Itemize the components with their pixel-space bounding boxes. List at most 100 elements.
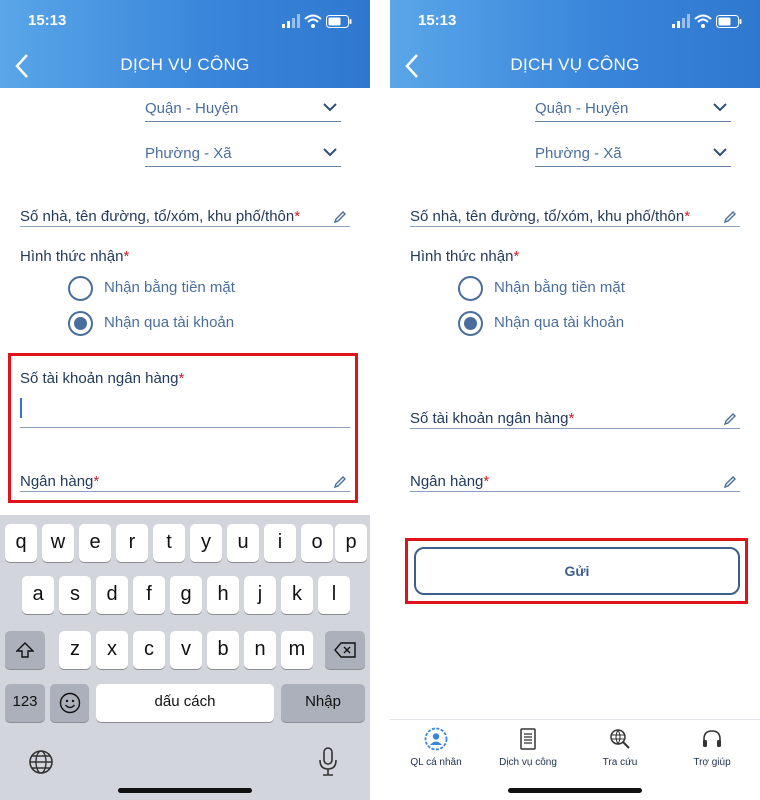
space-key[interactable]: dấu cách bbox=[96, 684, 274, 722]
key-f[interactable]: f bbox=[133, 576, 165, 614]
key-o[interactable]: o bbox=[301, 524, 333, 562]
page-title: DỊCH VỤ CÔNG bbox=[120, 55, 250, 74]
on-screen-keyboard: q w e r t y u i o p a s d f g h j k l z bbox=[0, 515, 370, 800]
key-s[interactable]: s bbox=[59, 576, 91, 614]
district-select[interactable]: Quận - Huyện bbox=[535, 96, 731, 122]
numbers-key[interactable]: 123 bbox=[5, 684, 45, 722]
right-phone-screen: 15:13 DỊCH VỤ CÔNG Quận - Huyện Phường -… bbox=[390, 0, 760, 800]
pencil-icon[interactable] bbox=[723, 412, 737, 426]
address-field[interactable] bbox=[410, 226, 740, 227]
ward-select-label: Phường - Xã bbox=[145, 145, 232, 162]
nav-label-public-service: Dịch vụ công bbox=[499, 757, 557, 768]
header-bar: 15:13 DỊCH VỤ CÔNG bbox=[390, 0, 760, 88]
nav-item-public-service[interactable]: Dịch vụ công bbox=[482, 720, 574, 780]
key-x[interactable]: x bbox=[96, 631, 128, 669]
status-time: 15:13 bbox=[28, 12, 67, 29]
key-l[interactable]: l bbox=[318, 576, 350, 614]
status-time: 15:13 bbox=[418, 12, 457, 29]
radio-circle bbox=[68, 276, 93, 301]
district-select[interactable]: Quận - Huyện bbox=[145, 96, 341, 122]
emoji-key[interactable] bbox=[50, 684, 89, 722]
pencil-icon[interactable] bbox=[723, 210, 737, 224]
globe-icon[interactable] bbox=[28, 749, 54, 775]
left-phone-screen: 15:13 DỊCH VỤ CÔNG Quận - Huyện Phường -… bbox=[0, 0, 370, 800]
bank-input[interactable] bbox=[20, 491, 350, 492]
submit-button[interactable]: Gửi bbox=[414, 547, 740, 595]
radio-bank-account[interactable]: Nhận qua tài khoản bbox=[458, 311, 688, 337]
bank-field-label: Ngân hàng* bbox=[20, 473, 100, 490]
nav-item-personal[interactable]: QL cá nhân bbox=[390, 720, 482, 780]
status-icons bbox=[672, 14, 742, 30]
pencil-icon[interactable] bbox=[723, 475, 737, 489]
ward-select[interactable]: Phường - Xã bbox=[145, 141, 341, 167]
bank-account-field-label: Số tài khoản ngân hàng* bbox=[410, 410, 575, 427]
nav-item-lookup[interactable]: Tra cứu bbox=[574, 720, 666, 780]
page-title: DỊCH VỤ CÔNG bbox=[510, 55, 640, 74]
shift-key[interactable] bbox=[5, 631, 45, 669]
radio-bank-account[interactable]: Nhận qua tài khoản bbox=[68, 311, 298, 337]
wifi-icon bbox=[694, 14, 712, 28]
key-v[interactable]: v bbox=[170, 631, 202, 669]
key-t[interactable]: t bbox=[153, 524, 185, 562]
radio-cash-label: Nhận bằng tiền mặt bbox=[104, 279, 235, 296]
signal-icon bbox=[672, 14, 690, 28]
district-select-label: Quận - Huyện bbox=[535, 100, 629, 117]
key-q[interactable]: q bbox=[5, 524, 37, 562]
key-k[interactable]: k bbox=[281, 576, 313, 614]
address-field[interactable] bbox=[20, 226, 350, 227]
key-m[interactable]: m bbox=[281, 631, 313, 669]
radio-cash-label: Nhận bằng tiền mặt bbox=[494, 279, 625, 296]
chevron-down-icon bbox=[323, 103, 337, 112]
key-c[interactable]: c bbox=[133, 631, 165, 669]
bank-account-input[interactable] bbox=[20, 427, 350, 428]
ward-select[interactable]: Phường - Xã bbox=[535, 141, 731, 167]
radio-circle-selected bbox=[68, 311, 93, 336]
key-w[interactable]: w bbox=[42, 524, 74, 562]
key-n[interactable]: n bbox=[244, 631, 276, 669]
header-bar: 15:13 DỊCH VỤ CÔNG bbox=[0, 0, 370, 88]
bank-account-input[interactable] bbox=[410, 428, 740, 429]
pencil-icon[interactable] bbox=[333, 210, 347, 224]
key-g[interactable]: g bbox=[170, 576, 202, 614]
key-b[interactable]: b bbox=[207, 631, 239, 669]
key-j[interactable]: j bbox=[244, 576, 276, 614]
key-r[interactable]: r bbox=[116, 524, 148, 562]
key-z[interactable]: z bbox=[59, 631, 91, 669]
key-e[interactable]: e bbox=[79, 524, 111, 562]
key-u[interactable]: u bbox=[227, 524, 259, 562]
backspace-icon bbox=[334, 642, 356, 658]
key-h[interactable]: h bbox=[207, 576, 239, 614]
chevron-down-icon bbox=[323, 148, 337, 157]
signal-icon bbox=[282, 14, 300, 28]
wifi-icon bbox=[304, 14, 322, 28]
nav-label-personal: QL cá nhân bbox=[410, 757, 462, 768]
bank-field-label: Ngân hàng* bbox=[410, 473, 490, 490]
key-d[interactable]: d bbox=[96, 576, 128, 614]
text-cursor bbox=[20, 398, 22, 418]
document-icon bbox=[520, 728, 536, 750]
globe-search-icon bbox=[610, 729, 630, 749]
radio-cash[interactable]: Nhận bằng tiền mặt bbox=[458, 276, 688, 302]
shift-icon bbox=[15, 642, 35, 658]
bank-account-field-label: Số tài khoản ngân hàng* bbox=[20, 370, 185, 387]
nav-item-help[interactable]: Trợ giúp bbox=[666, 720, 758, 780]
key-i[interactable]: i bbox=[264, 524, 296, 562]
radio-bank-account-label: Nhận qua tài khoản bbox=[494, 314, 625, 331]
chevron-down-icon bbox=[713, 103, 727, 112]
receive-method-label: Hình thức nhận* bbox=[20, 248, 130, 265]
district-select-label: Quận - Huyện bbox=[145, 100, 239, 117]
user-circle-icon bbox=[424, 727, 448, 751]
microphone-icon[interactable] bbox=[318, 747, 338, 777]
radio-dot bbox=[74, 317, 87, 330]
radio-cash[interactable]: Nhận bằng tiền mặt bbox=[68, 276, 298, 302]
chevron-down-icon bbox=[713, 148, 727, 157]
key-p[interactable]: p bbox=[335, 524, 367, 562]
address-field-label: Số nhà, tên đường, tổ/xóm, khu phố/thôn* bbox=[20, 208, 301, 225]
radio-circle bbox=[458, 276, 483, 301]
backspace-key[interactable] bbox=[325, 631, 365, 669]
key-a[interactable]: a bbox=[22, 576, 54, 614]
key-y[interactable]: y bbox=[190, 524, 222, 562]
pencil-icon[interactable] bbox=[333, 475, 347, 489]
bank-input[interactable] bbox=[410, 491, 740, 492]
return-key[interactable]: Nhập bbox=[281, 684, 365, 722]
